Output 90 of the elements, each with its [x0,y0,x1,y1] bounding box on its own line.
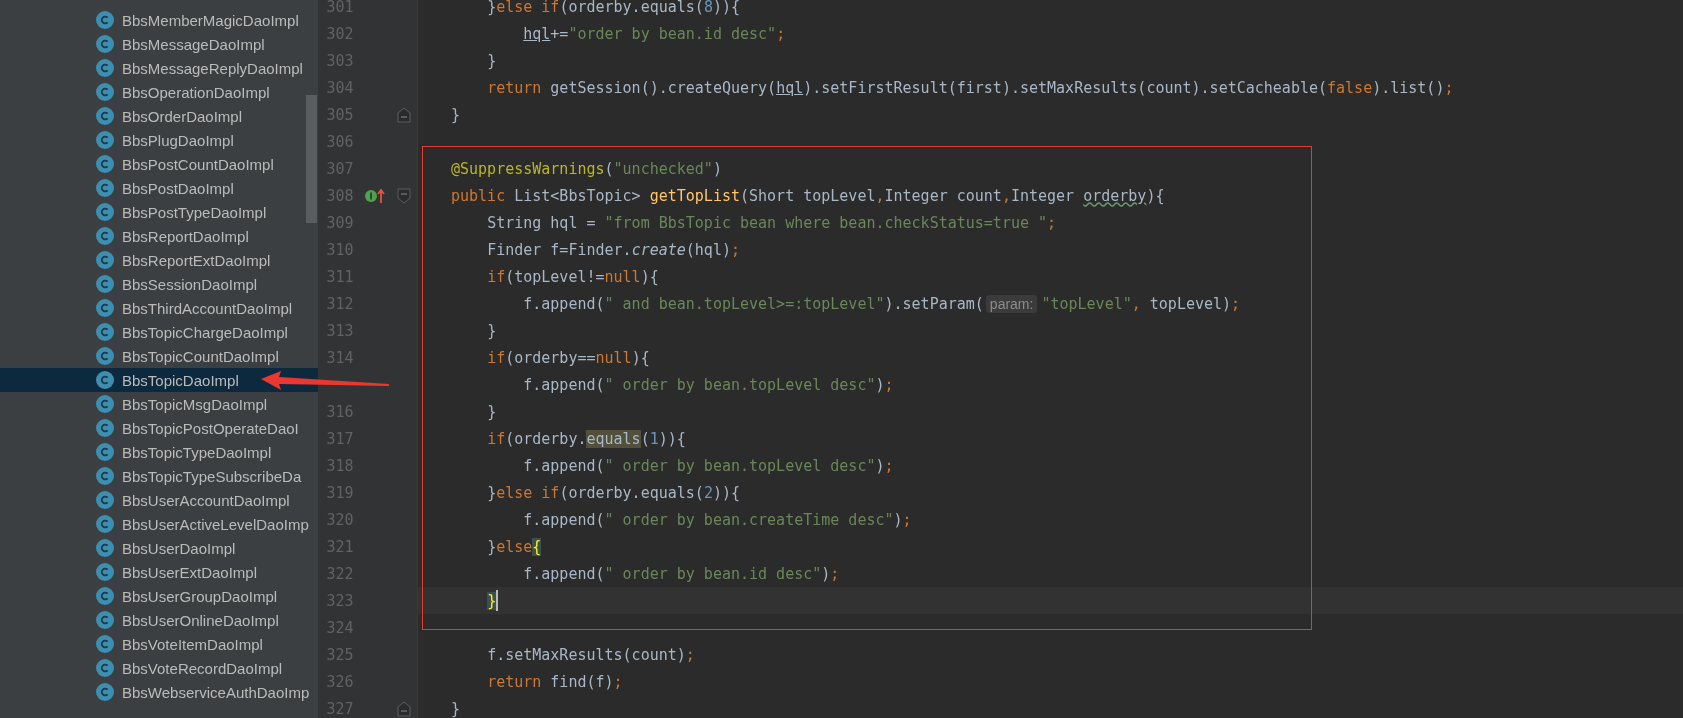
class-icon [96,539,114,557]
code-text: Finder f=Finder.create(hql); [486,240,740,259]
code-text: }else if(orderby.equals(2)){ [486,483,740,502]
tree-item[interactable]: BbsReportExtDaoImpl [0,248,318,272]
code-text: if(topLevel!=null){ [486,267,659,286]
class-icon [96,203,114,221]
code-text: } [486,402,497,421]
class-icon [96,227,114,245]
code-text: return find(f); [486,672,623,691]
code-text: }else if(orderby.equals(8)){ [486,0,740,16]
code-text: String hql = "from BbsTopic bean where bean.checkStatus=true "; [486,213,1057,232]
code-text: "topLevel", topLevel); [1041,294,1241,313]
code-text: } [451,105,461,124]
code-text: f.setMaxResults(count); [486,645,695,664]
tree-item[interactable]: BbsMessageDaoImpl [0,32,318,56]
tree-item[interactable]: BbsTopicTypeSubscribeDa [0,464,318,488]
tree-item[interactable]: BbsUserAccountDaoImpl [0,488,318,512]
code-text: } [486,321,497,340]
fold-icon[interactable] [397,700,412,717]
tree-item[interactable]: BbsUserGroupDaoImpl [0,584,318,608]
class-icon [96,83,114,101]
fold-icon[interactable] [397,187,412,204]
fold-icon[interactable] [397,106,412,123]
class-icon [96,323,114,341]
implements-icon[interactable] [364,186,387,205]
code-text: f.append(" and bean.topLevel>=:topLevel").setParam( [522,294,984,313]
tree-item[interactable]: BbsTopicTypeDaoImpl [0,440,318,464]
scrollbar-thumb[interactable] [306,95,317,223]
tree-item[interactable]: BbsTopicDaoImpl [0,368,318,392]
tree-item[interactable]: BbsUserOnlineDaoImpl [0,608,318,632]
code-text: }else{ [486,537,542,556]
code-text: f.append(" order by bean.createTime desc"); [522,510,912,529]
class-icon [96,59,114,77]
tree-item[interactable]: BbsTopicChargeDaoImpl [0,320,318,344]
tree-item[interactable]: BbsMemberMagicDaoImpl [0,8,318,32]
tree-item[interactable]: BbsUserActiveLevelDaoImp [0,512,318,536]
class-icon [96,371,114,389]
tree-item[interactable]: BbsPlugDaoImpl [0,128,318,152]
code-text: if(orderby==null){ [486,348,650,367]
tree-item[interactable]: BbsWebserviceAuthDaoImp [0,680,318,704]
class-icon [96,563,114,581]
code-text: hql+="order by bean.id desc"; [522,24,786,43]
code-text: } [486,51,497,70]
tree-item[interactable]: BbsVoteItemDaoImpl [0,632,318,656]
class-icon [96,107,114,125]
tree-item[interactable]: BbsTopicMsgDaoImpl [0,392,318,416]
code-text: f.append(" order by bean.topLevel desc"); [522,456,894,475]
class-icon [96,611,114,629]
class-icon [96,443,114,461]
tree-item[interactable]: BbsPostDaoImpl [0,176,318,200]
class-icon [96,179,114,197]
class-icon [96,155,114,173]
class-icon [96,659,114,677]
class-icon [96,467,114,485]
tree-item[interactable]: BbsOperationDaoImpl [0,80,318,104]
tree-item[interactable]: BbsThirdAccountDaoImpl [0,296,318,320]
class-icon [96,491,114,509]
class-icon [96,587,114,605]
tree-item[interactable]: BbsReportDaoImpl [0,224,318,248]
class-icon [96,419,114,437]
code-text: if(orderby.equals(1)){ [486,429,686,448]
code-text: f.append(" order by bean.id desc"); [522,564,840,583]
inlay-hint: param: [985,294,1038,313]
tree-item[interactable]: BbsPostCountDaoImpl [0,152,318,176]
class-icon [96,635,114,653]
tree-item[interactable]: BbsOrderDaoImpl [0,104,318,128]
tree-item[interactable]: BbsMessageReplyDaoImpl [0,56,318,80]
tree-item[interactable]: BbsSessionDaoImpl [0,272,318,296]
class-icon [96,347,114,365]
tree-item[interactable]: BbsPostTypeDaoImpl [0,200,318,224]
code-text: f.append(" order by bean.topLevel desc"); [522,375,894,394]
code-text: } [486,591,497,610]
class-icon [96,299,114,317]
class-icon [96,35,114,53]
code-text: return getSession().createQuery(hql).setFirstResult(first).setMaxResults(count).setCacheable(false).list(); [486,78,1454,97]
class-icon [96,11,114,29]
tree-item[interactable]: BbsTopicPostOperateDaoI [0,416,318,440]
tree-item[interactable]: BbsTopicCountDaoImpl [0,344,318,368]
class-icon [96,251,114,269]
tree-item[interactable]: BbsUserDaoImpl [0,536,318,560]
class-icon [96,395,114,413]
class-icon [96,515,114,533]
class-icon [96,683,114,701]
code-text: public List<BbsTopic> getTopList(Short topLevel,Integer count,Integer orderby){ [451,186,1165,205]
class-icon [96,275,114,293]
tree-item[interactable]: BbsVoteRecordDaoImpl [0,656,318,680]
class-icon [96,131,114,149]
tree-item[interactable]: BbsUserExtDaoImpl [0,560,318,584]
code-text: @SuppressWarnings("unchecked") [451,159,722,178]
code-text: } [451,699,461,718]
